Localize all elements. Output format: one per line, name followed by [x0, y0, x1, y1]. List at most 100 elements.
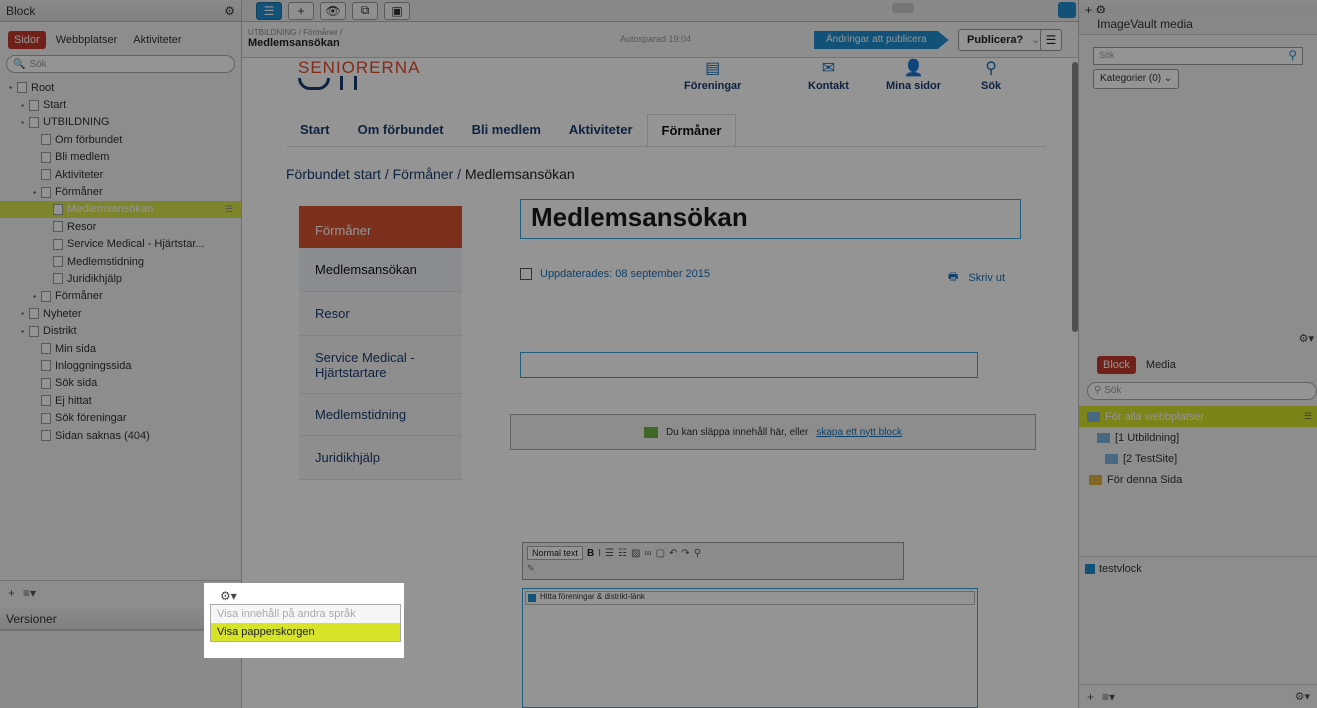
side-menu-heading[interactable]: Förmåner	[299, 206, 462, 248]
expand-icon[interactable]	[30, 379, 39, 388]
view-settings-button[interactable]: ▣	[384, 1, 410, 20]
tree-node[interactable]: Sök föreningar	[0, 409, 241, 426]
publish-button[interactable]: Publicera? ⌄	[958, 29, 1047, 51]
nav-formaner[interactable]: Förmåner	[646, 114, 737, 146]
tree-node[interactable]: Juridikhjälp	[0, 270, 241, 287]
create-block-link[interactable]: skapa ett nytt block	[816, 427, 902, 438]
add-button[interactable]: +	[288, 1, 314, 20]
top-link-kontakt[interactable]: ✉ Kontakt	[808, 58, 849, 92]
gear-icon[interactable]: ⚙▾	[1295, 690, 1310, 703]
expand-icon[interactable]	[30, 153, 39, 162]
expand-icon[interactable]	[42, 222, 51, 231]
compare-button[interactable]: ⧉	[352, 1, 378, 20]
folder-item[interactable]: [2 TestSite]	[1079, 448, 1317, 469]
editor-breadcrumb[interactable]: UTBILDNING / Förmåner /	[248, 28, 342, 37]
expand-icon[interactable]	[30, 344, 39, 353]
tree-node[interactable]: Medlemstidning	[0, 253, 241, 270]
folder-item[interactable]: För alla webbplatser ☰	[1079, 406, 1317, 427]
search-icon[interactable]: ⚲	[694, 548, 701, 559]
expand-icon[interactable]	[42, 205, 51, 214]
expand-icon[interactable]	[30, 170, 39, 179]
expand-icon[interactable]: ▪	[30, 292, 39, 301]
imagevault-title[interactable]: ImageVault media	[1079, 13, 1317, 35]
bold-button[interactable]: B	[587, 548, 594, 559]
expand-icon[interactable]	[30, 414, 39, 423]
add-icon[interactable]: +	[8, 586, 15, 600]
tab-sidor[interactable]: Sidor	[8, 31, 46, 49]
folder-item[interactable]: För denna Sida	[1079, 469, 1317, 490]
menu-item-show-other-languages[interactable]: Visa innehåll på andra språk	[211, 605, 400, 623]
search-icon[interactable]: ⚲	[1288, 48, 1297, 62]
italic-button[interactable]: I	[598, 548, 601, 559]
paste-button[interactable]: ▢	[656, 548, 665, 559]
tree-node[interactable]: ▪ Förmåner	[0, 183, 241, 200]
expand-icon[interactable]	[42, 257, 51, 266]
tree-node[interactable]: Resor	[0, 218, 241, 235]
list-menu-icon[interactable]: ≡▾	[23, 586, 36, 600]
top-link-sok[interactable]: ⚲ Sök	[981, 58, 1001, 92]
tree-node[interactable]: ▪ Distrikt	[0, 322, 241, 339]
top-link-foreningar[interactable]: ▤ Föreningar	[684, 58, 741, 92]
tree-node[interactable]: Sök sida	[0, 375, 241, 392]
expand-icon[interactable]: ▪	[18, 327, 27, 336]
side-menu-item[interactable]: Resor	[299, 292, 462, 336]
side-menu-item[interactable]: Medlemsansökan	[299, 248, 462, 292]
expand-icon[interactable]	[30, 135, 39, 144]
image-button[interactable]: ▨	[631, 548, 640, 559]
tree-node[interactable]: ▪ UTBILDNING	[0, 114, 241, 131]
page-search-input[interactable]: 🔍 Sök	[6, 55, 235, 73]
edit-icon[interactable]: ✎	[527, 563, 535, 574]
expand-icon[interactable]: ▪	[6, 83, 15, 92]
gear-icon[interactable]: ⚙▾	[220, 589, 237, 603]
nav-bli-medlem[interactable]: Bli medlem	[458, 114, 555, 146]
tree-node[interactable]: Min sida	[0, 340, 241, 357]
tree-node[interactable]: ▪ Nyheter	[0, 305, 241, 322]
nav-start[interactable]: Start	[286, 114, 344, 146]
tree-node[interactable]: ▪ Förmåner	[0, 288, 241, 305]
tree-node[interactable]: Service Medical - Hjärtstar...	[0, 236, 241, 253]
block-item[interactable]: testvlock	[1079, 557, 1317, 581]
tree-node[interactable]: Om förbundet	[0, 131, 241, 148]
redo-button[interactable]: ↷	[681, 548, 689, 559]
numbered-list-button[interactable]: ☷	[618, 548, 627, 559]
list-view-button[interactable]: ☰	[1040, 29, 1062, 51]
block-search-input[interactable]: ⚲ Sök	[1087, 382, 1317, 400]
side-menu-item[interactable]: Juridikhjälp	[299, 436, 462, 480]
bullet-list-button[interactable]: ☰	[605, 548, 614, 559]
side-menu-item[interactable]: Service Medical - Hjärtstartare	[299, 336, 462, 394]
link-button[interactable]: ∞	[644, 548, 651, 559]
media-search-input[interactable]: Sök ⚲	[1093, 47, 1303, 65]
changes-to-publish-label[interactable]: Ändringar att publicera	[814, 31, 949, 49]
undo-button[interactable]: ↶	[669, 548, 677, 559]
nav-om-forbundet[interactable]: Om förbundet	[344, 114, 458, 146]
gear-icon[interactable]: ⚙▾	[1299, 332, 1314, 345]
expand-icon[interactable]: ▪	[18, 118, 27, 127]
tree-node[interactable]: Aktiviteter	[0, 166, 241, 183]
toggle-navigation-button[interactable]: ☰	[256, 1, 282, 20]
expand-icon[interactable]	[42, 240, 51, 249]
top-link-mina-sidor[interactable]: 👤 Mina sidor	[886, 58, 941, 92]
tree-node[interactable]: ▪ Root	[0, 79, 241, 96]
expand-icon[interactable]	[30, 361, 39, 370]
context-menu-icon[interactable]: ☰	[1304, 411, 1317, 422]
folder-item[interactable]: [1 Utbildning]	[1079, 427, 1317, 448]
breadcrumb-link[interactable]: Förmåner	[393, 166, 454, 182]
block-link[interactable]: Hitta föreningar & distrikt-länk	[525, 591, 975, 605]
print-link[interactable]: 🖶 Skriv ut	[948, 268, 1005, 287]
content-area-dropzone[interactable]: Du kan släppa innehåll här, eller skapa …	[510, 414, 1036, 450]
context-menu-icon[interactable]: ☰	[225, 204, 241, 215]
gear-icon[interactable]: ⚙	[224, 4, 235, 18]
view-toggle[interactable]	[892, 3, 914, 13]
expand-icon[interactable]: ▪	[30, 188, 39, 197]
tab-block[interactable]: Block	[1097, 356, 1136, 374]
list-menu-icon[interactable]: ≡▾	[1102, 690, 1115, 704]
tree-node[interactable]: Medlemsansökan ☰	[0, 200, 241, 219]
site-logo[interactable]: SENIORERNA	[298, 58, 420, 78]
categories-dropdown[interactable]: Kategorier (0) ⌄	[1093, 69, 1180, 89]
nav-aktiviteter[interactable]: Aktiviteter	[555, 114, 647, 146]
tree-node[interactable]: Bli medlem	[0, 149, 241, 166]
tab-aktiviteter[interactable]: Aktiviteter	[127, 31, 187, 49]
menu-item-show-trash[interactable]: Visa papperskorgen	[211, 623, 400, 641]
preview-button[interactable]: 👁	[320, 1, 346, 20]
expand-icon[interactable]: ▪	[18, 101, 27, 110]
